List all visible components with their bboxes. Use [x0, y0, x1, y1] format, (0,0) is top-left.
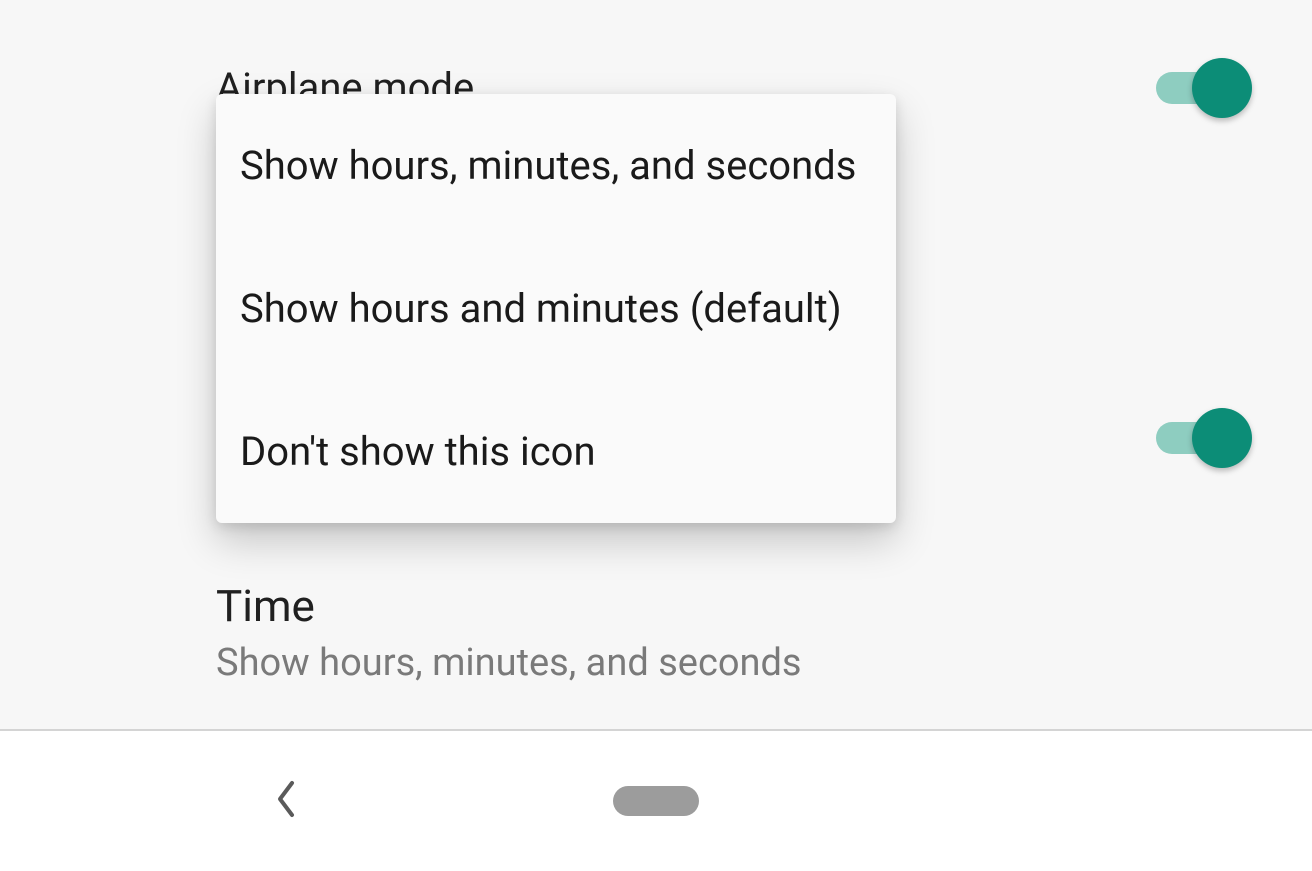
row-subtitle-time: Show hours, minutes, and seconds [216, 639, 802, 688]
dialog-option-hms[interactable]: Show hours, minutes, and seconds [216, 94, 896, 237]
airplane-mode-toggle[interactable] [1156, 58, 1252, 118]
row-text: Time Show hours, minutes, and seconds [216, 580, 802, 688]
settings-toggle-2[interactable] [1156, 408, 1252, 468]
switch-thumb [1192, 58, 1252, 118]
home-gesture-pill[interactable] [613, 786, 699, 816]
navigation-bar [0, 729, 1312, 871]
settings-row-time[interactable]: Time Show hours, minutes, and seconds [0, 525, 1312, 728]
back-button[interactable] [266, 781, 306, 821]
chevron-left-icon [273, 779, 299, 823]
row-title-time: Time [216, 580, 802, 633]
dialog-option-hide[interactable]: Don't show this icon [216, 380, 896, 523]
time-options-dialog: Show hours, minutes, and seconds Show ho… [216, 94, 896, 523]
switch-thumb [1192, 408, 1252, 468]
dialog-option-hm-default[interactable]: Show hours and minutes (default) [216, 237, 896, 380]
